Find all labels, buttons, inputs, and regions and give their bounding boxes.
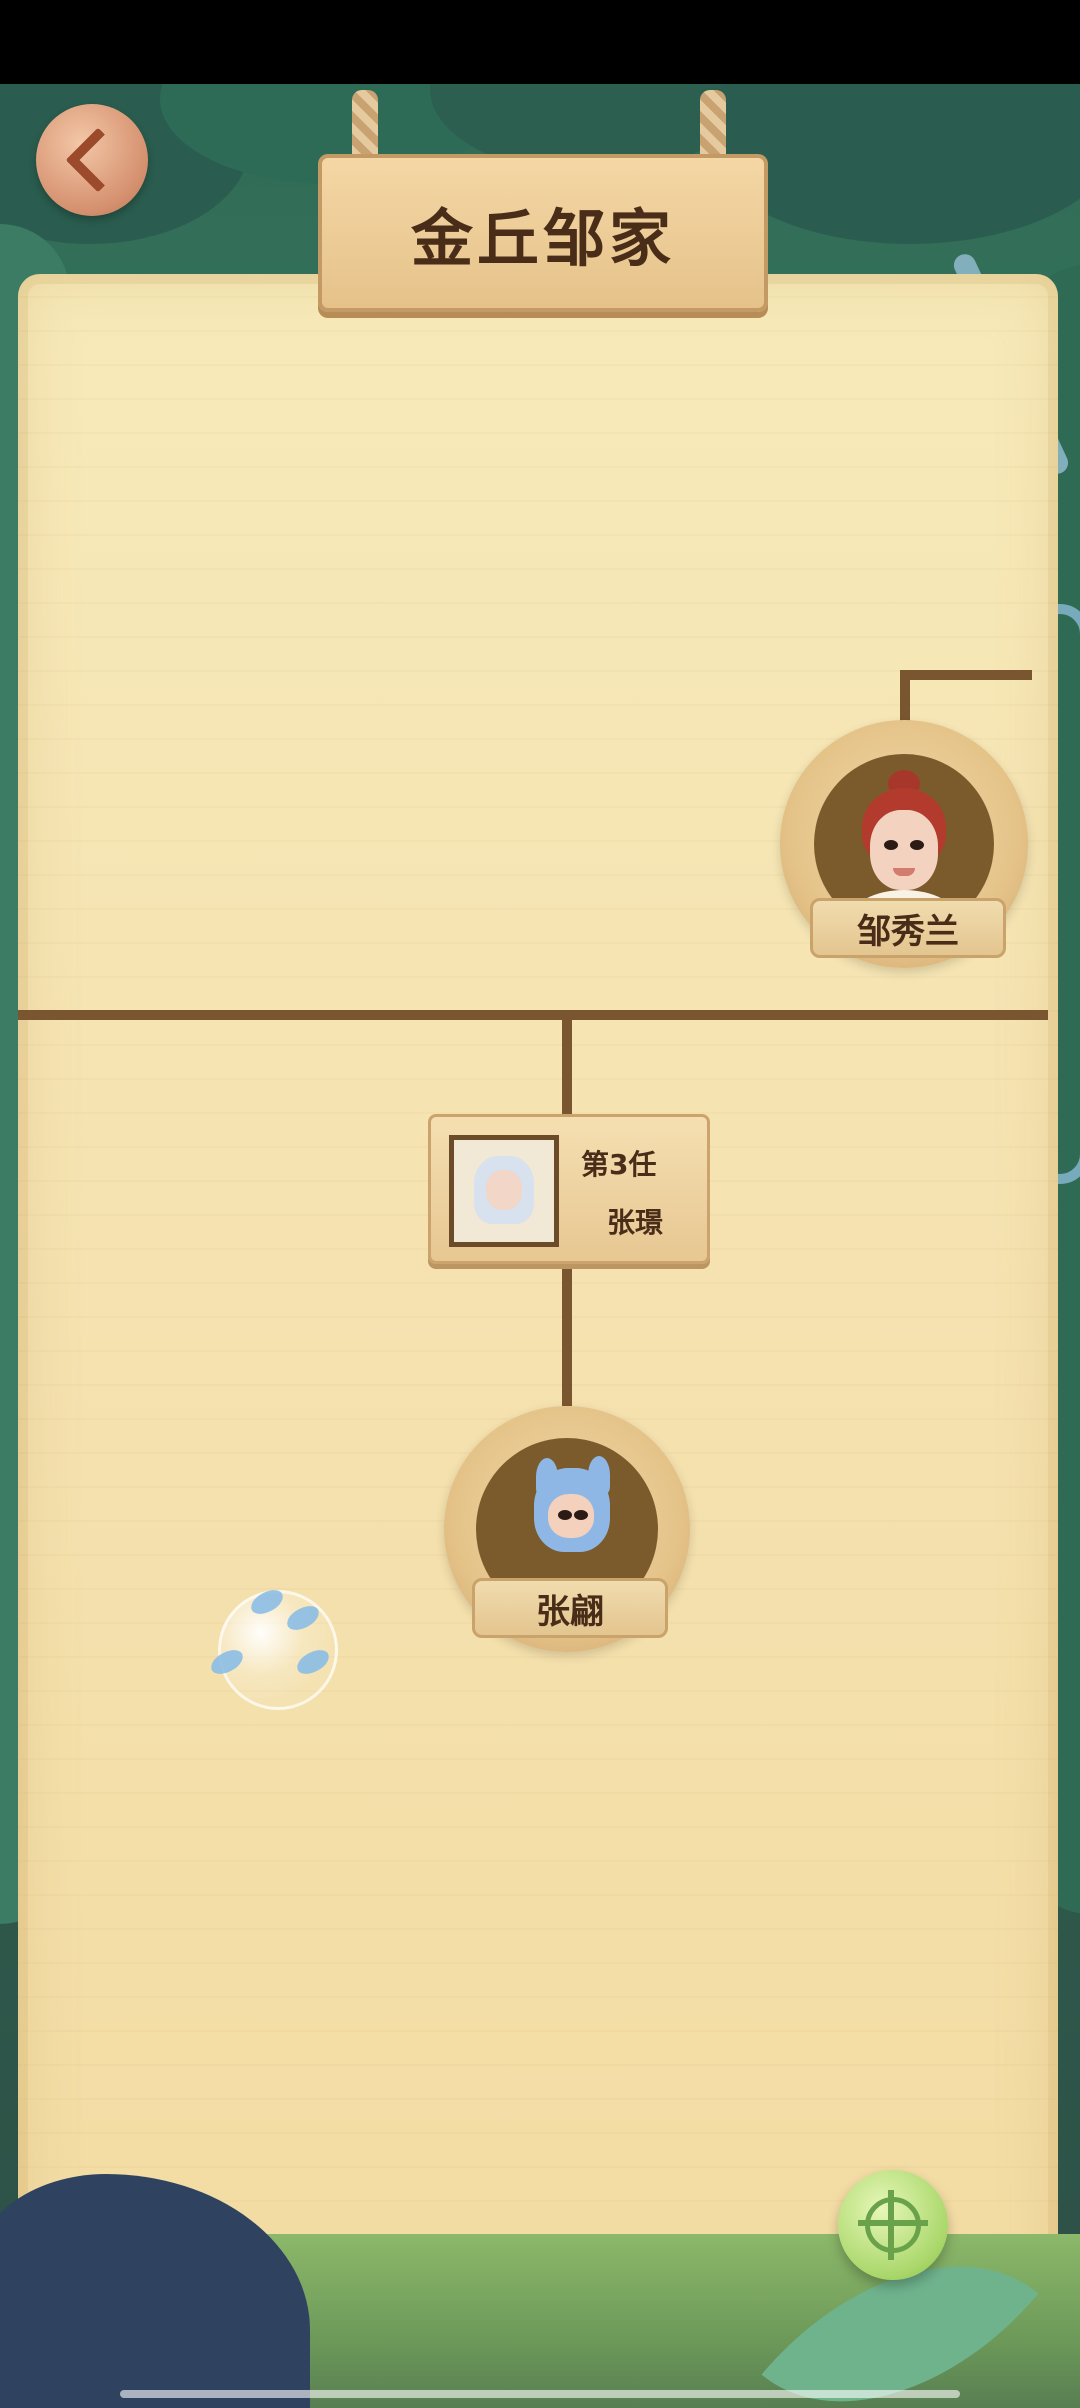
spouse-name: 张璟	[607, 1206, 664, 1239]
face-icon	[486, 1170, 522, 1210]
tree-connector	[562, 1256, 572, 1406]
page-title: 金丘邹家	[410, 202, 675, 275]
tree-connector	[900, 670, 910, 726]
spouse-portrait	[449, 1135, 559, 1247]
target-icon	[858, 2190, 928, 2260]
face-icon	[548, 1494, 594, 1538]
tree-connector	[18, 1010, 1048, 1020]
eye-icon	[574, 1510, 588, 1520]
spouse-card[interactable]: 第3任 张璟	[428, 1114, 710, 1264]
tree-connector	[900, 670, 1032, 680]
family-tree-canvas[interactable]	[18, 274, 1058, 2304]
face-icon	[870, 810, 938, 890]
member-name-plate: 张翩	[472, 1578, 668, 1638]
eye-icon	[884, 840, 898, 850]
spouse-term-label: 第3任	[581, 1148, 657, 1181]
back-button[interactable]	[36, 104, 148, 216]
mouth-icon	[893, 868, 915, 876]
member-name: 邹秀兰	[857, 911, 959, 952]
member-name-plate: 邹秀兰	[810, 898, 1006, 958]
home-indicator	[120, 2390, 960, 2398]
status-bar	[0, 0, 1080, 84]
title-sign: 金丘邹家	[318, 154, 768, 312]
eye-icon	[558, 1510, 572, 1520]
member-name: 张翩	[536, 1591, 604, 1632]
tree-connector	[562, 1015, 572, 1115]
locate-button[interactable]	[838, 2170, 948, 2280]
chevron-left-icon	[65, 127, 131, 193]
eye-icon	[910, 840, 924, 850]
